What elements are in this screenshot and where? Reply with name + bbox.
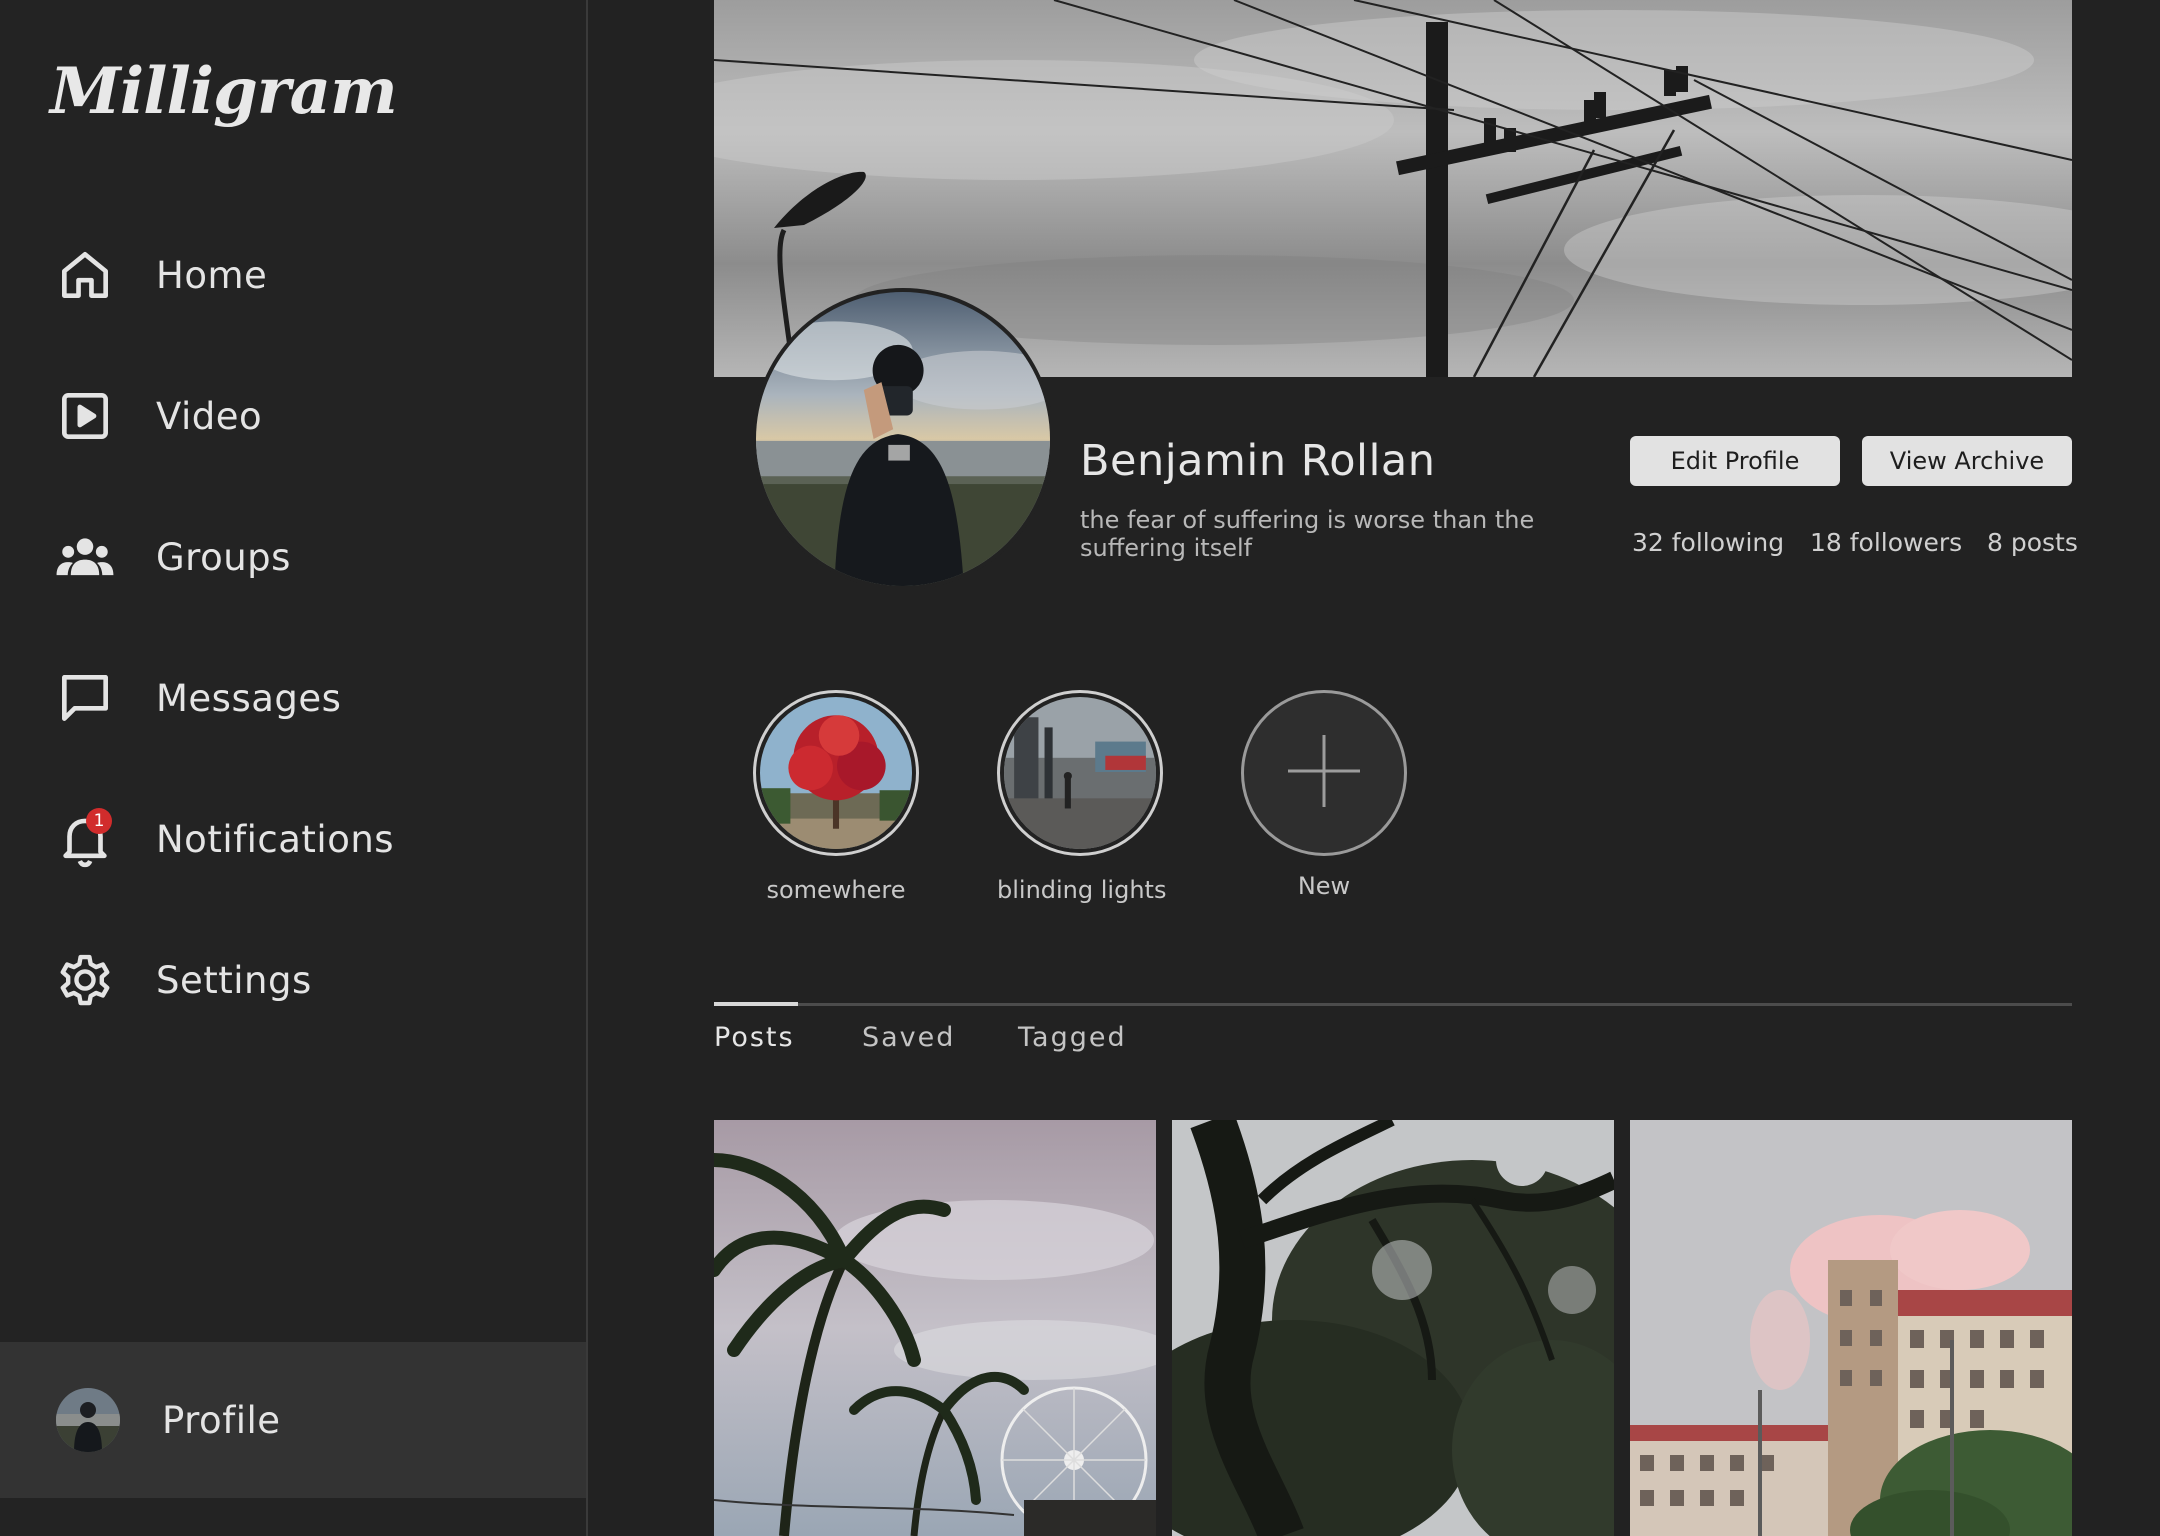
- active-tab-indicator: [714, 1002, 798, 1006]
- sidebar-item-profile[interactable]: Profile: [0, 1342, 586, 1498]
- profile-avatar[interactable]: [752, 288, 1054, 590]
- highlight-thumbnail: [753, 690, 919, 856]
- message-icon: [52, 665, 118, 731]
- tab-posts[interactable]: Posts: [714, 1022, 795, 1053]
- sidebar-item-label: Video: [156, 394, 263, 438]
- notification-badge: 1: [86, 808, 112, 834]
- tab-tagged[interactable]: Tagged: [1018, 1022, 1127, 1053]
- groups-icon: [52, 524, 118, 590]
- highlight-label: New: [1297, 872, 1351, 900]
- posts-count: 8 posts: [1987, 528, 2078, 557]
- sidebar-item-video[interactable]: Video: [0, 361, 586, 471]
- post-thumbnail[interactable]: [1630, 1120, 2072, 1536]
- following-count[interactable]: 32 following: [1632, 528, 1784, 557]
- sidebar-item-label: Groups: [156, 535, 291, 579]
- highlight-thumbnail: [1241, 690, 1407, 856]
- sidebar-item-label: Profile: [162, 1398, 281, 1442]
- highlight-thumbnail: [997, 690, 1163, 856]
- view-archive-button[interactable]: View Archive: [1862, 436, 2072, 486]
- profile-name: Benjamin Rollan: [1080, 436, 1436, 486]
- tab-saved[interactable]: Saved: [862, 1022, 955, 1053]
- followers-count[interactable]: 18 followers: [1810, 528, 1962, 557]
- profile-bio: the fear of suffering is worse than the …: [1080, 506, 1535, 562]
- sidebar-item-groups[interactable]: Groups: [0, 502, 586, 612]
- story-highlight[interactable]: somewhere: [753, 690, 919, 904]
- new-highlight-button[interactable]: New: [1241, 690, 1407, 900]
- plus-icon: [1284, 731, 1364, 815]
- sidebar-item-notifications[interactable]: 1 Notifications: [0, 784, 586, 894]
- avatar: [56, 1388, 120, 1452]
- sidebar-item-home[interactable]: Home: [0, 220, 586, 330]
- video-icon: [52, 383, 118, 449]
- story-highlight[interactable]: blinding lights: [997, 690, 1167, 904]
- home-icon: [52, 242, 118, 308]
- edit-profile-button[interactable]: Edit Profile: [1630, 436, 1840, 486]
- post-thumbnail[interactable]: [714, 1120, 1156, 1536]
- sidebar-item-label: Notifications: [156, 817, 395, 861]
- post-thumbnail[interactable]: [1172, 1120, 1614, 1536]
- sidebar-item-messages[interactable]: Messages: [0, 643, 586, 753]
- sidebar-item-label: Settings: [156, 958, 312, 1002]
- tab-divider: [714, 1003, 2072, 1006]
- sidebar: Milligram Home Video Groups Messages 1 N…: [0, 0, 588, 1536]
- sidebar-item-label: Messages: [156, 676, 342, 720]
- app-logo[interactable]: Milligram: [50, 54, 398, 129]
- sidebar-item-label: Home: [156, 253, 268, 297]
- sidebar-item-settings[interactable]: Settings: [0, 925, 586, 1035]
- highlight-label: blinding lights: [997, 876, 1167, 904]
- highlight-label: somewhere: [766, 876, 906, 904]
- gear-icon: [52, 947, 118, 1013]
